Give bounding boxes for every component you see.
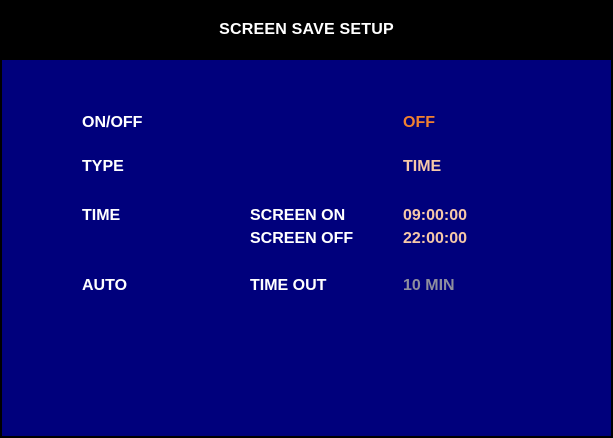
onoff-value[interactable]: OFF	[403, 113, 435, 133]
screen-on-label: SCREEN ON	[250, 207, 346, 224]
screen-on-value[interactable]: 09:00:00	[403, 206, 467, 226]
title-bar: SCREEN SAVE SETUP	[2, 2, 611, 60]
timeout-label: TIME OUT	[250, 277, 327, 294]
timeout-value[interactable]: 10 MIN	[403, 276, 455, 296]
onoff-label: ON/OFF	[82, 114, 143, 131]
time-label: TIME	[82, 207, 121, 224]
screen-off-value[interactable]: 22:00:00	[403, 229, 467, 249]
type-label: TYPE	[82, 158, 124, 175]
window-title: SCREEN SAVE SETUP	[219, 20, 394, 38]
auto-label: AUTO	[82, 277, 128, 294]
screen-off-label: SCREEN OFF	[250, 230, 354, 247]
screen-save-setup-window: SCREEN SAVE SETUP ON/OFF OFF TYPE TIME T…	[0, 0, 613, 438]
type-value[interactable]: TIME	[403, 157, 441, 177]
